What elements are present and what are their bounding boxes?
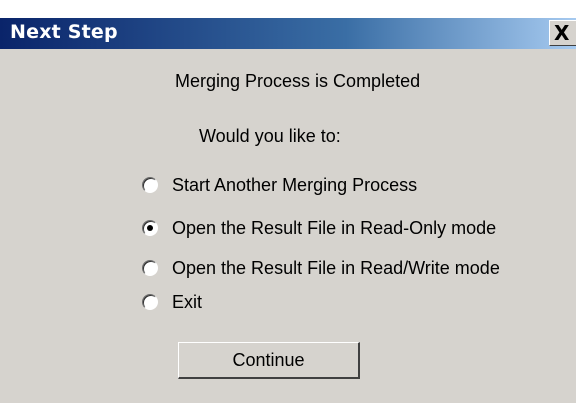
radio-button[interactable]	[142, 177, 158, 193]
radio-button[interactable]	[142, 260, 158, 276]
close-button[interactable]: X	[549, 20, 576, 46]
radio-button[interactable]	[142, 220, 158, 236]
radio-selected-dot	[147, 225, 153, 231]
option-label: Start Another Merging Process	[172, 174, 418, 195]
option-open-read-write[interactable]: Open the Result File in Read/Write mode	[142, 256, 500, 280]
next-step-dialog: Next Step X Merging Process is Completed…	[0, 0, 576, 403]
window-title: Next Step	[10, 21, 118, 43]
option-exit[interactable]: Exit	[142, 290, 202, 314]
completion-message: Merging Process is Completed	[175, 71, 421, 91]
option-label: Open the Result File in Read/Write mode	[172, 257, 500, 278]
continue-button[interactable]: Continue	[178, 342, 360, 379]
close-icon: X	[554, 21, 570, 45]
prompt-message: Would you like to:	[199, 126, 341, 146]
title-bar: Next Step X	[0, 0, 576, 49]
option-label: Exit	[172, 291, 203, 312]
option-label: Open the Result File in Read-Only mode	[172, 217, 497, 238]
radio-button[interactable]	[142, 294, 158, 310]
option-start-another[interactable]: Start Another Merging Process	[142, 173, 417, 197]
option-open-read-only[interactable]: Open the Result File in Read-Only mode	[142, 216, 496, 240]
